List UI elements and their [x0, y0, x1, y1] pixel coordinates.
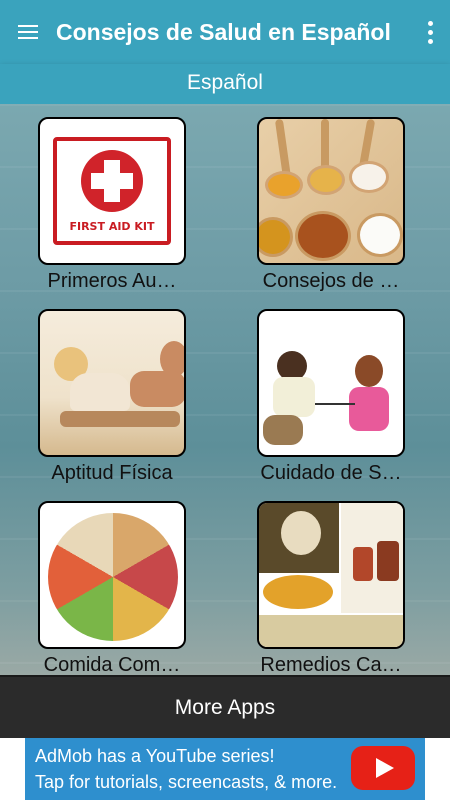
tile-first-aid[interactable]: FIRST AID KIT Primeros Au… [38, 117, 198, 293]
tile-home-remedies[interactable]: Remedios Ca… [257, 501, 417, 675]
tile-label: Cuidado de S… [260, 462, 402, 484]
hamburger-menu-icon [18, 21, 38, 43]
more-apps-button[interactable]: More Apps [0, 675, 450, 738]
tile-label: Comida Com… [43, 654, 181, 675]
red-cross-icon [81, 149, 143, 212]
menu-button[interactable] [0, 0, 56, 64]
tile-fitness[interactable]: Aptitud Física [38, 309, 198, 485]
app-bar: Consejos de Salud en Español [0, 0, 450, 64]
admob-banner[interactable]: AdMob has a YouTube series! Tap for tuto… [25, 738, 425, 800]
app-title: Consejos de Salud en Español [56, 18, 391, 45]
tile-label: Aptitud Física [51, 462, 173, 484]
tile-child-care[interactable]: Cuidado de S… [257, 309, 417, 485]
first-aid-kit-image: FIRST AID KIT [38, 117, 186, 265]
ad-banner-area: AdMob has a YouTube series! Tap for tuto… [0, 738, 450, 800]
spice-spoons-image [257, 117, 405, 265]
category-grid: FIRST AID KIT Primeros Au… Consejos de … [0, 104, 450, 675]
home-remedies-image [257, 501, 405, 649]
first-aid-kit-text: FIRST AID KIT [69, 219, 155, 233]
tile-healthy-food[interactable]: Comida Com… [38, 501, 198, 675]
tile-label: Primeros Au… [47, 270, 177, 292]
more-vert-icon[interactable] [410, 0, 450, 64]
fitness-couple-image [38, 309, 186, 457]
language-label: Español [0, 64, 450, 104]
youtube-play-icon [351, 746, 415, 790]
children-stethoscope-image [257, 309, 405, 457]
tile-label: Consejos de … [262, 270, 400, 292]
tile-health-tips[interactable]: Consejos de … [257, 117, 417, 293]
tile-label: Remedios Ca… [260, 654, 402, 675]
ad-subtext: Tap for tutorials, screencasts, & more. [35, 772, 338, 792]
food-groups-plate-image [38, 501, 186, 649]
ad-headline: AdMob has a YouTube series! [35, 746, 275, 766]
